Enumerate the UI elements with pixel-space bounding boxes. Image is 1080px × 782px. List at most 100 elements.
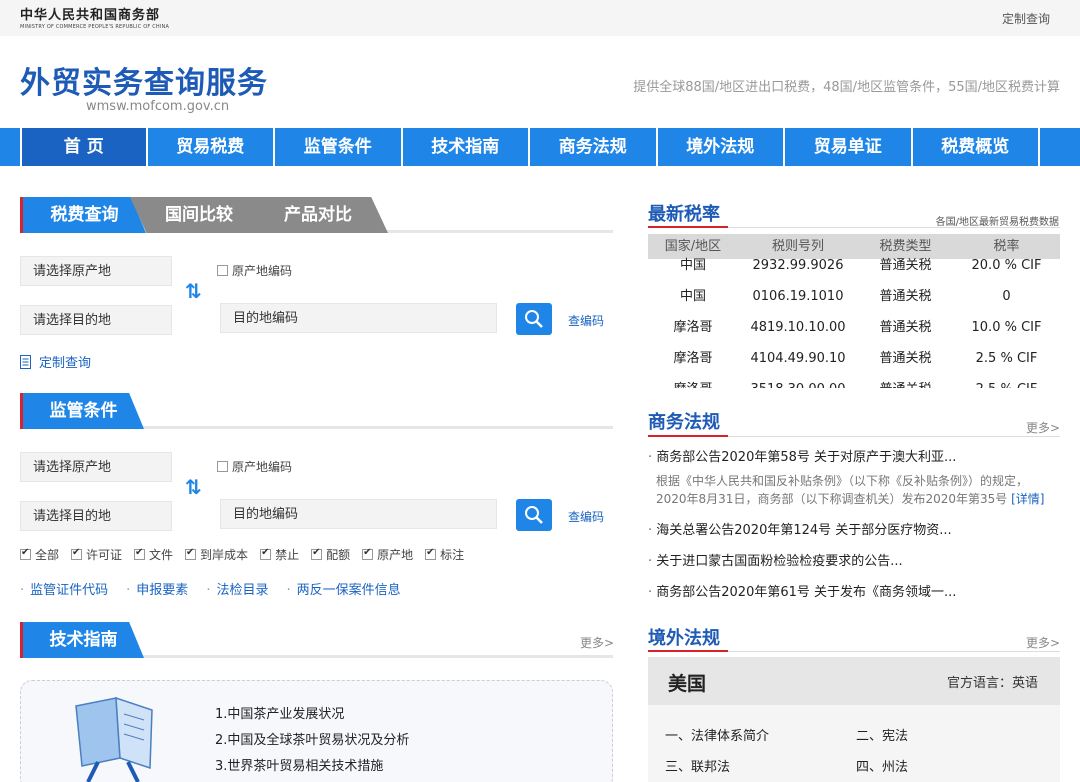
foreign-laws-title: 境外法规 xyxy=(648,628,720,649)
table-row[interactable]: 摩洛哥 4104.49.90.10 普通关税 2.5 % CIF xyxy=(648,343,1060,374)
commerce-laws-more-link[interactable]: 更多> xyxy=(1026,419,1060,436)
title-underline xyxy=(648,226,728,228)
filter-checkbox[interactable] xyxy=(20,547,31,560)
nav-home[interactable]: 首 页 xyxy=(20,128,148,166)
table-row[interactable]: 摩洛哥 3518.30.00.00 普通关税 2.5 % CIF xyxy=(648,374,1060,388)
custom-query-button[interactable]: 定制查询 xyxy=(20,352,91,371)
tech-guide-item[interactable]: 2.中国及全球茶叶贸易状况及分析 xyxy=(215,728,409,754)
news-summary-text: 根据《中华人民共和国反补贴条例》（以下称《反补贴条例》）的规定，2020年8月3… xyxy=(656,474,1029,506)
filter-label: 许可证 xyxy=(86,548,123,562)
destination-select[interactable]: 请选择目的地 xyxy=(20,305,172,335)
table-row[interactable]: 摩洛哥 4819.10.10.00 普通关税 10.0 % CIF xyxy=(648,312,1060,343)
cell-tax-type: 普通关税 xyxy=(858,374,953,388)
cell-rate: 0 xyxy=(1002,289,1011,304)
foreign-laws-more-link[interactable]: 更多> xyxy=(1026,634,1060,651)
news-item[interactable]: 商务部公告2020年第58号 关于对原产于澳大利亚... xyxy=(648,446,956,465)
latest-rates-subtitle: 各国/地区最新贸易税费数据 xyxy=(935,217,1059,228)
filter-label: 全部 xyxy=(35,548,60,562)
law-item[interactable]: 二、宪法 xyxy=(856,725,908,744)
reg-origin-code-checkbox[interactable] xyxy=(217,461,228,472)
cell-country: 中国 xyxy=(679,258,706,273)
news-item[interactable]: 关于进口蒙古国面粉检验检疫要求的公告... xyxy=(648,550,902,569)
news-item[interactable]: 商务部公告2020年第61号 关于发布《商务领域一... xyxy=(648,581,956,600)
origin-code-checkbox[interactable] xyxy=(217,265,228,276)
reg-origin-select[interactable]: 请选择原产地 xyxy=(20,452,172,482)
filter-quota[interactable]: 配额 xyxy=(311,546,350,563)
origin-code-option[interactable]: 原产地编码 xyxy=(217,262,292,279)
custom-query-link[interactable]: 定制查询 xyxy=(1002,10,1050,27)
reg-destination-select[interactable]: 请选择目的地 xyxy=(20,501,172,531)
cell-tax-type: 普通关税 xyxy=(879,351,932,366)
link-trade-remedy-cases[interactable]: 两反一保案件信息 xyxy=(286,579,401,598)
news-item[interactable]: 海关总署公告2020年第124号 关于部分医疗物资... xyxy=(648,519,951,538)
country-header: 美国 官方语言：英语 xyxy=(648,657,1060,705)
filter-prohibited[interactable]: 禁止 xyxy=(260,546,299,563)
link-declaration-elements[interactable]: 申报要素 xyxy=(126,579,188,598)
ministry-logo[interactable]: 中华人民共和国商务部 MINISTRY OF COMMERCE PEOPLE'S… xyxy=(20,4,169,30)
cell-country: 摩洛哥 xyxy=(673,320,713,335)
regulation-links: 监管证件代码 申报要素 法检目录 两反一保案件信息 xyxy=(20,579,401,598)
cell-tax-type: 普通关税 xyxy=(879,289,932,304)
reg-origin-code-option[interactable]: 原产地编码 xyxy=(217,458,292,475)
filter-origin[interactable]: 原产地 xyxy=(362,546,413,563)
reg-swap-icon[interactable]: ⇅ xyxy=(185,475,202,499)
tab-country-compare[interactable]: 国间比较 xyxy=(130,197,268,233)
nav-tech-guide[interactable]: 技术指南 xyxy=(403,128,530,166)
cell-rate: 2.5 % CIF xyxy=(953,374,1060,388)
origin-select[interactable]: 请选择原产地 xyxy=(20,256,172,286)
tab-product-compare[interactable]: 产品对比 xyxy=(248,197,388,233)
cell-tax-type: 普通关税 xyxy=(879,320,932,335)
nav-trade-tax[interactable]: 贸易税费 xyxy=(148,128,275,166)
cell-tariff-code: 4819.10.10.00 xyxy=(750,320,846,335)
cell-rate: 10.0 % CIF xyxy=(971,320,1042,335)
regulation-filters: 全部 许可证 文件 到岸成本 禁止 配额 原产地 标注 xyxy=(20,546,464,563)
filter-checkbox[interactable] xyxy=(425,547,437,560)
origin-code-label: 原产地编码 xyxy=(232,264,293,278)
nav-tax-overview[interactable]: 税费概览 xyxy=(913,128,1040,166)
ministry-name-en: MINISTRY OF COMMERCE PEOPLE'S REPUBLIC O… xyxy=(20,24,170,30)
swap-icon[interactable]: ⇅ xyxy=(185,279,202,303)
law-item[interactable]: 一、法律体系简介 xyxy=(665,725,769,744)
tech-guide-more-link[interactable]: 更多> xyxy=(580,634,614,651)
site-tagline: 提供全球88国/地区进出口税费，48国/地区监管条件，55国/地区税费计算 xyxy=(633,80,1060,95)
reg-lookup-code-link[interactable]: 查编码 xyxy=(568,508,604,525)
destination-code-input[interactable]: 目的地编码 xyxy=(220,303,497,333)
table-row[interactable]: 中国 0106.19.1010 普通关税 0 xyxy=(648,281,1060,312)
filter-label: 文件 xyxy=(149,548,174,562)
filter-checkbox[interactable] xyxy=(362,547,374,560)
table-row[interactable]: 中国 2932.99.9026 普通关税 20.0 % CIF xyxy=(648,250,1060,281)
law-item[interactable]: 三、联邦法 xyxy=(665,756,730,775)
tech-guide-item[interactable]: 3.世界茶叶贸易相关技术措施 xyxy=(215,754,409,780)
tax-search-button[interactable] xyxy=(516,303,552,335)
reg-search-button[interactable] xyxy=(516,499,552,531)
filter-marking[interactable]: 标注 xyxy=(425,546,464,563)
law-item[interactable]: 四、州法 xyxy=(856,756,908,775)
filter-landed-cost[interactable]: 到岸成本 xyxy=(185,546,248,563)
title-underline xyxy=(648,650,728,652)
filter-all[interactable]: 全部 xyxy=(20,546,59,563)
country-name[interactable]: 美国 xyxy=(668,669,706,696)
filter-document[interactable]: 文件 xyxy=(134,546,173,563)
cell-tariff-code: 4104.49.90.10 xyxy=(750,351,846,366)
nav-foreign-laws[interactable]: 境外法规 xyxy=(658,128,785,166)
lookup-code-link[interactable]: 查编码 xyxy=(568,312,604,329)
cell-tariff-code: 3518.30.00.00 xyxy=(738,374,858,388)
filter-license[interactable]: 许可证 xyxy=(71,546,122,563)
tech-guide-item[interactable]: 1.中国茶产业发展状况 xyxy=(215,702,409,728)
nav-regulation[interactable]: 监管条件 xyxy=(275,128,403,166)
news-detail-link[interactable]: [详情] xyxy=(1011,492,1044,506)
tab-tax-query[interactable]: 税费查询 xyxy=(20,197,146,233)
filter-checkbox[interactable] xyxy=(134,547,146,560)
link-license-codes[interactable]: 监管证件代码 xyxy=(20,579,108,598)
filter-checkbox[interactable] xyxy=(185,547,197,560)
link-inspection-catalog[interactable]: 法检目录 xyxy=(206,579,268,598)
nav-trade-docs[interactable]: 贸易单证 xyxy=(785,128,913,166)
filter-checkbox[interactable] xyxy=(311,547,323,560)
filter-checkbox[interactable] xyxy=(71,547,83,560)
nav-commerce-laws[interactable]: 商务法规 xyxy=(530,128,658,166)
cell-rate: 20.0 % CIF xyxy=(971,258,1042,273)
filter-checkbox[interactable] xyxy=(260,547,272,560)
book-stand-icon xyxy=(75,696,153,782)
search-icon xyxy=(525,506,543,524)
reg-destination-code-input[interactable]: 目的地编码 xyxy=(220,499,497,529)
